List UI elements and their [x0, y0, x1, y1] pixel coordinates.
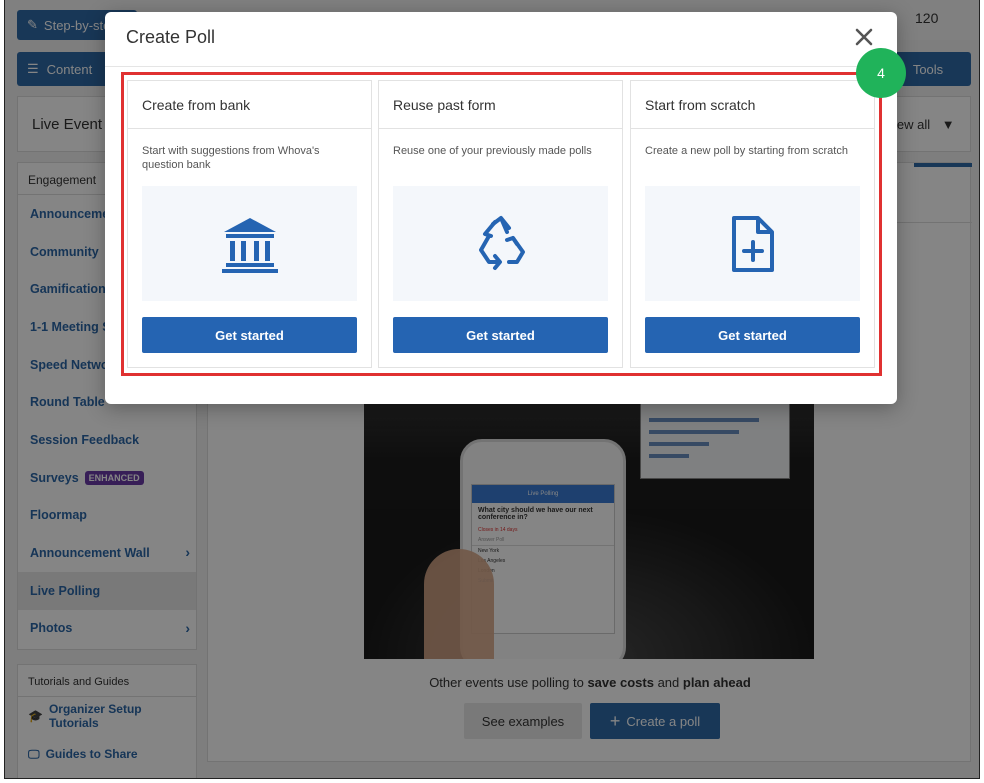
modal-title: Create Poll	[126, 27, 216, 47]
step-highlight-box	[121, 72, 882, 376]
step-number-badge: 4	[856, 48, 906, 98]
close-icon[interactable]	[853, 26, 875, 48]
create-poll-modal: Create Poll Create from bank Start with …	[105, 12, 906, 404]
